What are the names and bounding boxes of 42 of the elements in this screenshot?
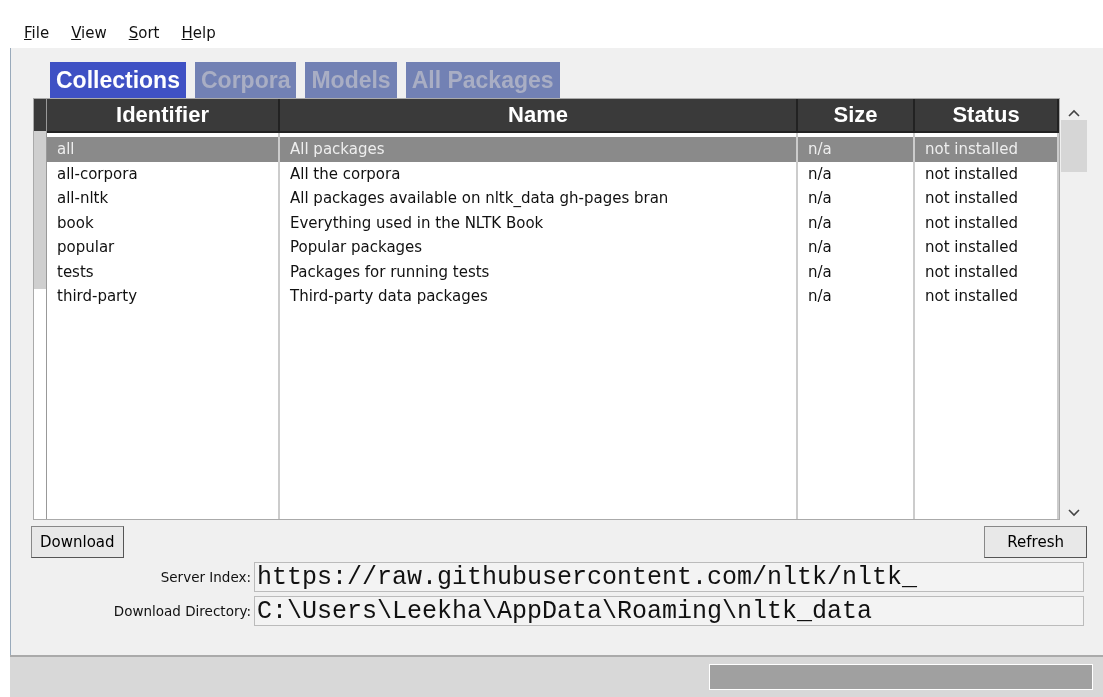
table-cell[interactable]: not installed xyxy=(915,186,1057,211)
table-cell[interactable]: not installed xyxy=(915,235,1057,260)
table-cell[interactable]: All the corpora xyxy=(280,161,796,186)
table-cell[interactable]: Packages for running tests xyxy=(280,259,796,284)
table-cell[interactable]: n/a xyxy=(798,259,913,284)
menu-item[interactable]: Sort xyxy=(128,24,160,48)
menu-item[interactable]: File xyxy=(24,24,50,48)
download-button[interactable]: Download xyxy=(31,526,124,558)
scroll-thumb[interactable] xyxy=(1061,120,1087,172)
table-cell[interactable]: not installed xyxy=(915,210,1057,235)
table-cell[interactable]: Everything used in the NLTK Book xyxy=(280,210,796,235)
table-cell[interactable]: not installed xyxy=(915,161,1057,186)
column-header[interactable]: Size xyxy=(798,99,915,131)
column-header[interactable]: Status xyxy=(915,99,1059,131)
table-cell[interactable]: Third-party data packages xyxy=(280,284,796,309)
menu-item[interactable]: View xyxy=(71,24,107,48)
table-cell[interactable]: popular xyxy=(47,235,278,260)
table-cell[interactable]: Popular packages xyxy=(280,235,796,260)
table-cell[interactable]: book xyxy=(47,210,278,235)
table-cell[interactable]: not installed xyxy=(915,284,1057,309)
table-cell[interactable]: all-corpora xyxy=(47,161,278,186)
menu-item[interactable]: Help xyxy=(181,24,216,48)
table-cell[interactable]: n/a xyxy=(798,186,913,211)
table-cell[interactable]: All packages available on nltk_data gh-pages bran xyxy=(280,186,796,211)
scroll-up-icon[interactable] xyxy=(1067,108,1081,118)
table-cell[interactable]: third-party xyxy=(47,284,278,309)
table-cell[interactable]: n/a xyxy=(798,161,913,186)
input-field[interactable]: C:\Users\Leekha\AppData\Roaming\nltk_data xyxy=(254,596,1084,626)
field-label: Download Directory: xyxy=(112,603,252,619)
scroll-down-icon[interactable] xyxy=(1067,508,1081,518)
input-field[interactable]: https://raw.githubusercontent.com/nltk/nltk_ xyxy=(254,562,1084,592)
column-header[interactable]: Identifier xyxy=(47,99,280,131)
table-cell[interactable]: n/a xyxy=(798,210,913,235)
field-label: Server Index: xyxy=(159,569,252,585)
refresh-button[interactable]: Refresh xyxy=(984,526,1087,558)
table-cell[interactable]: tests xyxy=(47,259,278,284)
table-cell[interactable]: all-nltk xyxy=(47,186,278,211)
tab[interactable]: Collections xyxy=(50,62,186,98)
table-cell[interactable]: n/a xyxy=(798,284,913,309)
table-cell[interactable]: not installed xyxy=(915,259,1057,284)
column-header[interactable]: Name xyxy=(280,99,798,131)
table-cell[interactable]: n/a xyxy=(798,235,913,260)
